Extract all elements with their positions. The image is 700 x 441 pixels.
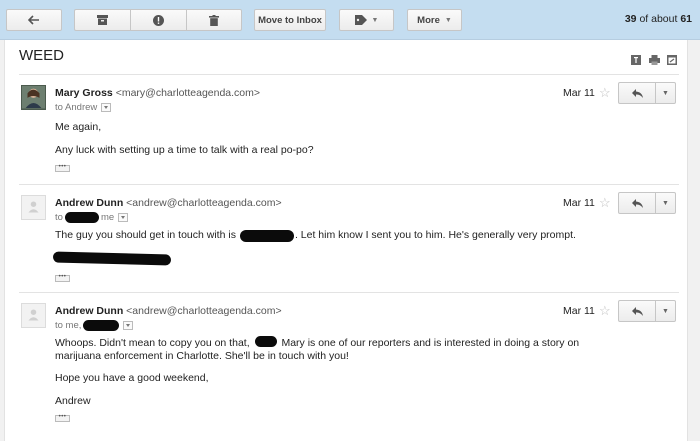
toolbar: Move to Inbox ▼ More ▼ 39 of about 61 xyxy=(0,0,700,40)
message-date: Mar 11 xyxy=(563,197,595,209)
move-to-inbox-label: Move to Inbox xyxy=(258,14,322,26)
show-trimmed-button[interactable]: ••• xyxy=(55,164,70,172)
archive-icon xyxy=(97,15,108,25)
message-2[interactable]: Andrew Dunn <andrew@charlotteagenda.com>… xyxy=(19,184,679,292)
message-body-text: . Let him know I sent you to him. He's g… xyxy=(294,229,576,241)
sender-name: Andrew Dunn xyxy=(55,197,124,209)
message-body-line: The guy you should get in touch with is … xyxy=(55,229,615,242)
labels-button[interactable]: ▼ xyxy=(339,9,394,31)
print-icon[interactable] xyxy=(649,52,660,65)
delete-button[interactable] xyxy=(186,9,242,31)
more-options-button[interactable]: ▼ xyxy=(656,82,676,104)
sender-name: Mary Gross xyxy=(55,87,113,99)
message-date: Mar 11 xyxy=(563,305,595,317)
message-body-line: Andrew xyxy=(55,395,91,407)
reply-group: ▼ xyxy=(618,192,676,214)
recipients-line: to Andrew xyxy=(55,102,112,113)
reply-button[interactable] xyxy=(618,82,656,104)
show-details-icon[interactable] xyxy=(118,213,129,222)
avatar xyxy=(21,85,46,110)
subject-icons xyxy=(631,52,677,65)
message-1[interactable]: Mary Gross <mary@charlotteagenda.com> to… xyxy=(19,74,679,184)
chevron-down-icon: ▼ xyxy=(662,199,669,207)
message-body-line: Hope you have a good weekend, xyxy=(55,372,209,384)
sender-email: <andrew@charlotteagenda.com> xyxy=(126,197,282,209)
message-body-paragraph: Whoops. Didn't mean to copy you on that,… xyxy=(55,336,615,363)
message-date: Mar 11 xyxy=(563,87,595,99)
sender: Andrew Dunn <andrew@charlotteagenda.com> xyxy=(55,197,282,209)
star-icon[interactable]: ☆ xyxy=(599,85,611,101)
show-details-icon[interactable] xyxy=(101,103,112,112)
more-button[interactable]: More ▼ xyxy=(407,9,462,31)
message-body-text: The guy you should get in touch with is xyxy=(55,229,236,241)
recipients-text: to Andrew xyxy=(55,102,98,113)
message-body-text: Whoops. Didn't mean to copy you on that, xyxy=(55,337,250,349)
avatar xyxy=(21,195,46,220)
label-tag-icon xyxy=(354,15,367,25)
back-button[interactable] xyxy=(6,9,62,31)
more-options-button[interactable]: ▼ xyxy=(656,192,676,214)
chevron-down-icon: ▼ xyxy=(444,16,452,24)
move-to-inbox-button[interactable]: Move to Inbox xyxy=(254,9,326,31)
show-trimmed-button[interactable]: ••• xyxy=(55,414,70,422)
sender: Andrew Dunn <andrew@charlotteagenda.com> xyxy=(55,305,282,317)
more-options-button[interactable]: ▼ xyxy=(656,300,676,322)
reply-group: ▼ xyxy=(618,82,676,104)
reply-button[interactable] xyxy=(618,192,656,214)
avatar xyxy=(21,303,46,328)
chevron-down-icon: ▼ xyxy=(662,307,669,315)
star-icon[interactable]: ☆ xyxy=(599,195,611,211)
counter-current: 39 xyxy=(624,13,637,25)
expand-all-icon[interactable] xyxy=(631,52,641,65)
reply-group: ▼ xyxy=(618,300,676,322)
message-3[interactable]: Andrew Dunn <andrew@charlotteagenda.com>… xyxy=(19,292,679,432)
show-trimmed-button[interactable]: ••• xyxy=(55,274,70,282)
reply-icon xyxy=(631,88,643,98)
redaction-mark xyxy=(83,320,120,331)
reply-icon xyxy=(631,198,643,208)
message-body-line: Me again, xyxy=(55,121,102,133)
reply-icon xyxy=(631,306,643,316)
thread-subject: WEED xyxy=(19,47,64,64)
thread-pane: WEED Mary Gross <mary@charlotteagenda.co… xyxy=(4,40,688,441)
recipients-line: to me xyxy=(55,212,129,223)
archive-button[interactable] xyxy=(74,9,130,31)
recipients-text: to me, xyxy=(55,320,82,331)
sender-email: <andrew@charlotteagenda.com> xyxy=(126,305,282,317)
redaction-scribble xyxy=(52,251,172,266)
report-spam-icon xyxy=(153,14,164,26)
recipients-line: to me, xyxy=(55,320,134,331)
redaction-mark xyxy=(64,212,99,223)
new-window-icon[interactable] xyxy=(667,52,677,65)
redaction-mark xyxy=(254,336,277,347)
action-group xyxy=(74,9,242,31)
recipients-text: me xyxy=(100,212,115,223)
show-details-icon[interactable] xyxy=(123,321,134,330)
chevron-down-icon: ▼ xyxy=(371,16,379,24)
star-icon[interactable]: ☆ xyxy=(599,303,611,319)
trash-icon xyxy=(209,14,219,26)
sender-name: Andrew Dunn xyxy=(55,305,124,317)
more-label: More xyxy=(417,14,440,26)
sender-email: <mary@charlotteagenda.com> xyxy=(115,87,261,99)
report-spam-button[interactable] xyxy=(130,9,186,31)
redaction-mark xyxy=(239,229,294,242)
message-counter: 39 of about 61 xyxy=(625,13,692,25)
reply-button[interactable] xyxy=(618,300,656,322)
back-arrow-icon xyxy=(28,15,39,25)
sender: Mary Gross <mary@charlotteagenda.com> xyxy=(55,87,260,99)
message-body-line: Any luck with setting up a time to talk … xyxy=(55,144,314,156)
recipients-text: to xyxy=(55,212,63,223)
counter-mid: of about xyxy=(639,13,678,25)
chevron-down-icon: ▼ xyxy=(662,89,669,97)
counter-total: 61 xyxy=(680,13,692,25)
